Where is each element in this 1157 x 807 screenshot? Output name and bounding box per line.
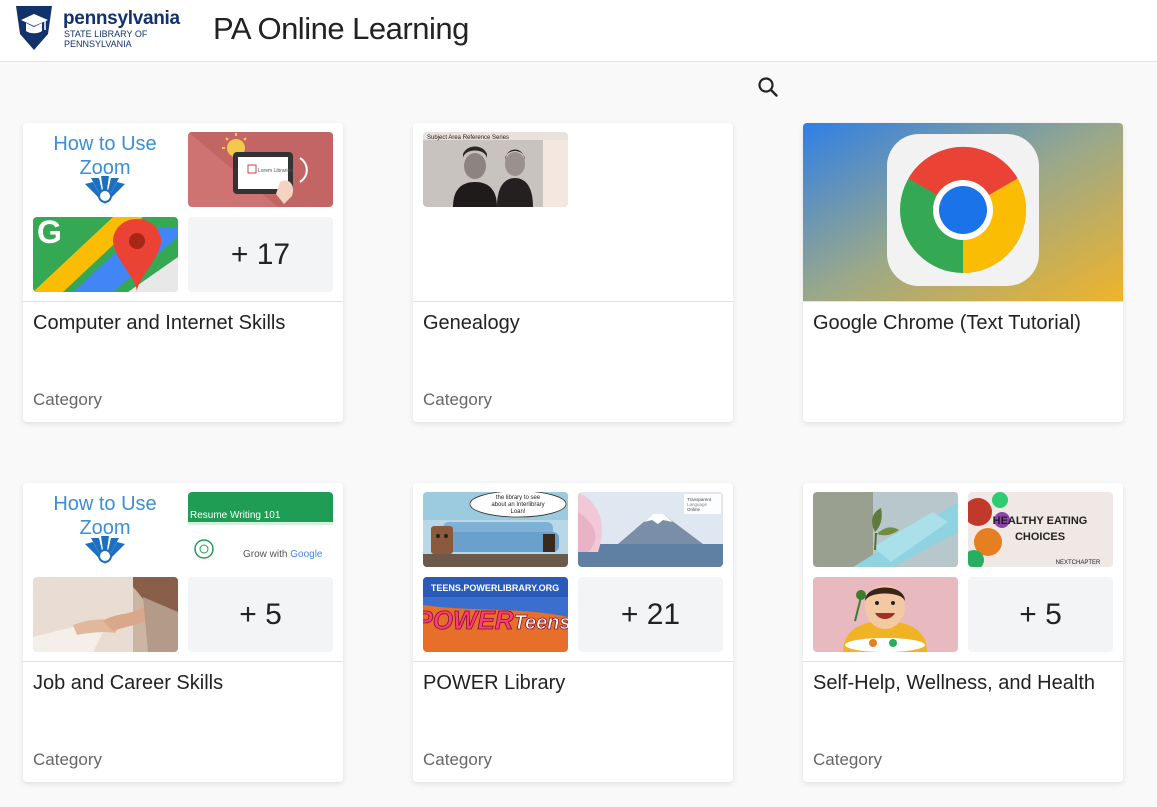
thumb-tablet-library: Lorem Libraries — [188, 132, 333, 207]
thumb-tl-line3: Online — [687, 507, 701, 512]
card-thumbnails: HEALTHY EATING CHOICES NEXTCHAPTER + 5 — [803, 483, 1123, 662]
card-title: Google Chrome (Text Tutorial) — [813, 312, 1081, 334]
more-count-badge: + 5 — [968, 577, 1113, 652]
google-maps-icon: G — [33, 217, 178, 292]
card-type-label: Category — [423, 390, 492, 409]
child-eating-photo — [813, 577, 958, 652]
keystone-academic-cap-icon — [16, 6, 52, 50]
card-thumbnails: How to Use Zoom Resume Writing 101 Grow … — [23, 483, 343, 662]
logo-subtitle-line2: PENNSYLVANIA — [64, 39, 132, 49]
thumb-teens-brand-b: Teens — [514, 612, 568, 634]
thumb-interlibrary-loan-cartoon: the library to see about an Interlibrary… — [423, 492, 568, 567]
thumb-google-brand: Google — [290, 549, 323, 560]
category-card-computer-internet-skills[interactable]: How to Use Zoom Lorem Libraries G + 17 C… — [23, 123, 343, 422]
thumb-resume-writing: Resume Writing 101 Grow with Google — [188, 492, 333, 567]
card-type-label: Category — [423, 750, 492, 769]
thumb-grow-with: Grow with — [243, 549, 290, 560]
category-card-job-career-skills[interactable]: How to Use Zoom Resume Writing 101 Grow … — [23, 483, 343, 782]
card-type-label: Category — [33, 750, 102, 769]
logo-wordmark: pennsylvania — [63, 8, 180, 29]
handshake-photo — [33, 577, 178, 652]
tablet-library-icon: Lorem Libraries — [188, 132, 333, 207]
thumb-mount-fuji: Transparent Language Online — [578, 492, 723, 567]
thumb-healthy-footer: NEXTCHAPTER — [1056, 560, 1101, 566]
thumb-bubble-line3: Loan! — [510, 509, 525, 515]
thumb-bubble-line2: about an Interlibrary — [491, 502, 544, 508]
thumb-bubble-line1: the library to see — [496, 495, 541, 501]
search-button[interactable] — [757, 76, 779, 98]
page-title: PA Online Learning — [213, 11, 469, 46]
card-title: Computer and Internet Skills — [33, 312, 286, 334]
thumb-zoom-line2: Zoom — [79, 517, 130, 539]
state-library-logo[interactable]: pennsylvania STATE LIBRARY OF PENNSYLVAN… — [12, 4, 192, 52]
card-image — [803, 123, 1123, 302]
card-title: Self-Help, Wellness, and Health — [813, 672, 1095, 694]
thumb-how-to-use-zoom: How to Use Zoom — [33, 132, 178, 207]
card-title: POWER Library — [423, 672, 566, 694]
thumb-healthy-line2: CHOICES — [1015, 531, 1065, 543]
category-card-power-library[interactable]: the library to see about an Interlibrary… — [413, 483, 733, 782]
more-count-badge: + 17 — [188, 217, 333, 292]
thumb-zoom-line1: How to Use — [53, 133, 156, 155]
thumb-how-to-use-zoom: How to Use Zoom — [33, 492, 178, 567]
more-count-badge: + 21 — [578, 577, 723, 652]
thumb-zoom-line1: How to Use — [53, 493, 156, 515]
thumb-teens-url: TEENS.POWERLIBRARY.ORG — [431, 583, 559, 593]
thumb-healthy-line1: HEALTHY EATING — [993, 515, 1088, 527]
tutorial-card-google-chrome[interactable]: Google Chrome (Text Tutorial) — [803, 123, 1123, 422]
thumb-maps-letter: G — [37, 217, 62, 250]
card-title: Genealogy — [423, 312, 520, 334]
thumb-google-maps: G — [33, 217, 178, 292]
app-header: pennsylvania STATE LIBRARY OF PENNSYLVAN… — [0, 0, 1157, 62]
sprout-photo — [813, 492, 958, 567]
category-card-genealogy[interactable]: Subject Area Reference Series Genealogy … — [413, 123, 733, 422]
google-chrome-icon — [803, 123, 1123, 301]
thumb-power-teens: TEENS.POWERLIBRARY.ORG POWERTeens — [423, 577, 568, 652]
more-count-badge: + 5 — [188, 577, 333, 652]
card-type-label: Category — [813, 750, 882, 769]
thumb-genealogy-caption: Subject Area Reference Series — [427, 135, 509, 141]
thumb-tablet-caption: Lorem Libraries — [258, 168, 293, 174]
thumb-teens-brand-a: POWER — [423, 605, 514, 635]
thumb-resume-title: Resume Writing 101 — [190, 510, 281, 521]
search-icon — [758, 77, 778, 97]
card-thumbnails: the library to see about an Interlibrary… — [413, 483, 733, 662]
thumb-genealogy-photo: Subject Area Reference Series — [423, 132, 568, 207]
card-thumbnails: Subject Area Reference Series — [413, 123, 733, 302]
svg-text:Grow with Google: Grow with Google — [243, 549, 323, 560]
card-title: Job and Career Skills — [33, 672, 224, 694]
thumb-healthy-eating: HEALTHY EATING CHOICES NEXTCHAPTER — [968, 492, 1113, 567]
logo-subtitle-line1: STATE LIBRARY OF — [64, 29, 148, 39]
thumb-zoom-line2: Zoom — [79, 157, 130, 179]
logo-subtitle: STATE LIBRARY OF PENNSYLVANIA — [64, 29, 184, 49]
card-thumbnails: How to Use Zoom Lorem Libraries G + 17 — [23, 123, 343, 302]
category-card-self-help-wellness-health[interactable]: HEALTHY EATING CHOICES NEXTCHAPTER + 5 S… — [803, 483, 1123, 782]
card-type-label: Category — [33, 390, 102, 409]
